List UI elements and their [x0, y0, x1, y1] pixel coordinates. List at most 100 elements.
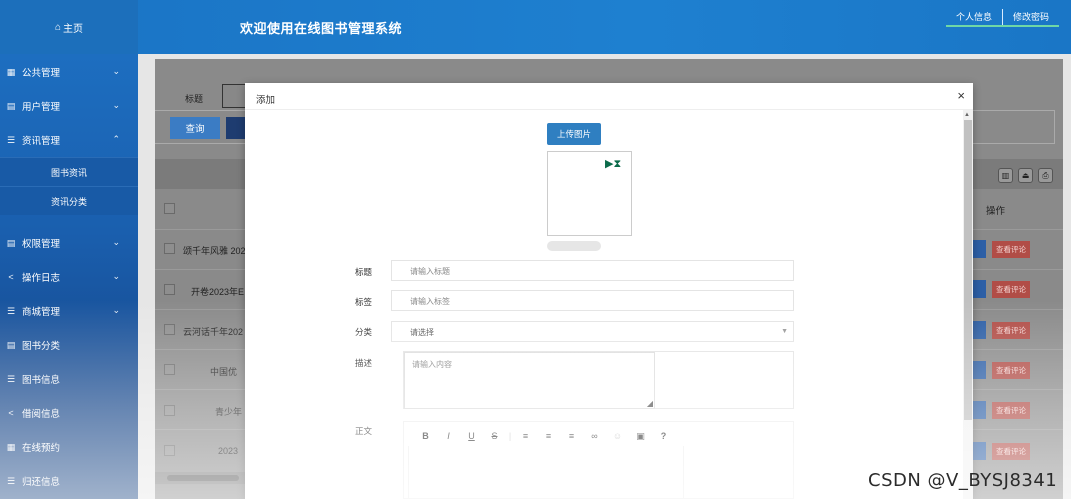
row-title: 2023 [218, 446, 239, 456]
link-icon[interactable]: ∞ [583, 431, 606, 441]
bold-icon[interactable]: B [414, 431, 437, 441]
row-title: 颂千年风雅 202 [183, 246, 246, 256]
chevron-down-icon: ⌄ [112, 237, 120, 247]
resize-handle-icon[interactable]: ◢ [647, 399, 653, 408]
sidebar-subitem-book-news[interactable]: 图书资讯 [0, 157, 138, 186]
print-icon[interactable]: ⎙ [1038, 168, 1053, 183]
tags-input[interactable]: 请输入标签 [391, 290, 794, 311]
add-dialog: 添加 × 上传图片 ▶⧗ 标题 请输入标题 标签 请输入标签 分类 请选择 ▼ … [245, 83, 973, 499]
list-icon: ☰ [6, 475, 16, 486]
list-icon: ☰ [6, 373, 16, 384]
sidebar-item-label: 图书信息 [22, 375, 61, 386]
share-icon: < [8, 408, 14, 418]
sidebar-subitem-news-category[interactable]: 资讯分类 [0, 186, 138, 215]
help-icon[interactable]: ? [652, 431, 675, 441]
operation-column-header: 操作 [986, 206, 1006, 217]
review-button[interactable]: 查看评论 [992, 443, 1030, 460]
top-links: 个人信息 修改密码 [946, 9, 1060, 27]
sidebar-item-book-category[interactable]: ▤ 图书分类 [0, 328, 138, 362]
row-checkbox[interactable] [164, 364, 175, 375]
emoji-icon[interactable]: ☺ [606, 431, 629, 441]
align-left-icon[interactable]: ≡ [514, 431, 537, 441]
sidebar-item-label: 权限管理 [22, 239, 61, 250]
sidebar-item-public[interactable]: ▦ 公共管理 ⌄ [0, 55, 138, 89]
row-title: 开卷2023年E [191, 287, 245, 297]
editor-toolbar: B I U S | ≡ ≡ ≡ ∞ ☺ ▣ ? [414, 428, 682, 444]
body-label: 正文 [355, 426, 373, 436]
image-preview: ▶⧗ [547, 151, 632, 236]
close-icon[interactable]: × [957, 88, 965, 103]
align-center-icon[interactable]: ≡ [537, 431, 560, 441]
row-checkbox[interactable] [164, 284, 175, 295]
scroll-up-icon[interactable]: ▲ [964, 112, 970, 118]
underline-icon[interactable]: U [460, 431, 483, 441]
columns-icon[interactable]: ▥ [998, 168, 1013, 183]
profile-link[interactable]: 个人信息 [946, 9, 1002, 25]
align-right-icon[interactable]: ≡ [560, 431, 583, 441]
sidebar-item-permissions[interactable]: ▤ 权限管理 ⌄ [0, 226, 138, 260]
home-label: 主页 [63, 23, 84, 35]
tags-label: 标签 [355, 297, 373, 307]
export-icon[interactable]: ⏏ [1018, 168, 1033, 183]
chevron-down-icon: ⌄ [112, 100, 120, 110]
row-checkbox[interactable] [164, 243, 175, 254]
review-button[interactable]: 查看评论 [992, 362, 1030, 379]
description-field: 请输入内容 ◢ [403, 351, 794, 409]
edit-button[interactable] [973, 401, 986, 419]
category-select[interactable]: 请选择 ▼ [391, 321, 794, 342]
share-icon: < [8, 272, 14, 282]
image-icon[interactable]: ▣ [629, 431, 652, 442]
description-placeholder: 请输入内容 [412, 360, 452, 369]
review-button[interactable]: 查看评论 [992, 241, 1030, 258]
book-icon: ▤ [6, 237, 16, 248]
edit-button[interactable] [973, 321, 986, 339]
strikethrough-icon[interactable]: S [483, 431, 506, 441]
edit-button[interactable] [973, 240, 986, 258]
edit-button[interactable] [973, 280, 986, 298]
description-textarea[interactable]: 请输入内容 ◢ [404, 352, 655, 409]
row-title: 青少年 [215, 407, 243, 417]
row-checkbox[interactable] [164, 324, 175, 335]
row-title: 云河话千年202 [183, 327, 244, 337]
scrollbar-thumb[interactable] [167, 475, 239, 481]
chevron-up-icon: ⌃ [112, 134, 120, 144]
horizontal-scrollbar[interactable] [155, 472, 245, 484]
dialog-header: 添加 × [245, 83, 973, 110]
sidebar-item-reservation[interactable]: ▦ 在线预约 [0, 430, 138, 464]
sidebar-item-label: 操作日志 [22, 273, 61, 284]
review-button[interactable]: 查看评论 [992, 281, 1030, 298]
grid-icon: ▦ [6, 441, 16, 452]
sidebar-item-label: 用户管理 [22, 102, 61, 113]
sidebar-item-book-info[interactable]: ☰ 图书信息 [0, 362, 138, 396]
upload-image-button[interactable]: 上传图片 [547, 123, 601, 145]
chevron-down-icon: ⌄ [112, 66, 120, 76]
toolbar-divider: | [508, 431, 512, 441]
editor-content-area[interactable] [408, 446, 684, 499]
italic-icon[interactable]: I [437, 431, 460, 441]
scrollbar-thumb[interactable] [964, 120, 972, 420]
row-checkbox[interactable] [164, 405, 175, 416]
sidebar-item-return[interactable]: ☰ 归还信息 [0, 464, 138, 498]
sidebar-item-label: 图书分类 [22, 341, 61, 352]
edit-button[interactable] [973, 361, 986, 379]
row-checkbox[interactable] [164, 445, 175, 456]
sidebar-item-label: 商城管理 [22, 307, 61, 318]
add-button[interactable] [226, 117, 246, 139]
review-button[interactable]: 查看评论 [992, 402, 1030, 419]
sidebar-item-logs[interactable]: < 操作日志 ⌄ [0, 260, 138, 294]
list-icon: ☰ [6, 134, 16, 145]
review-button[interactable]: 查看评论 [992, 322, 1030, 339]
sidebar-item-label: 公共管理 [22, 68, 61, 79]
sidebar-item-mall[interactable]: ☰ 商城管理 ⌄ [0, 294, 138, 328]
title-input[interactable]: 请输入标题 [391, 260, 794, 281]
sidebar-item-label: 归还信息 [22, 477, 61, 488]
dialog-scrollbar[interactable]: ▲ [963, 110, 973, 499]
query-button[interactable]: 查询 [170, 117, 220, 139]
change-password-link[interactable]: 修改密码 [1002, 9, 1059, 25]
home-link[interactable]: ⌂ 主页 [0, 0, 138, 54]
sidebar-item-borrow[interactable]: < 借阅信息 [0, 396, 138, 430]
select-all-checkbox[interactable] [164, 203, 175, 214]
sidebar-item-users[interactable]: ▤ 用户管理 ⌄ [0, 89, 138, 123]
edit-button[interactable] [973, 442, 986, 460]
sidebar-item-news[interactable]: ☰ 资讯管理 ⌃ [0, 123, 138, 157]
